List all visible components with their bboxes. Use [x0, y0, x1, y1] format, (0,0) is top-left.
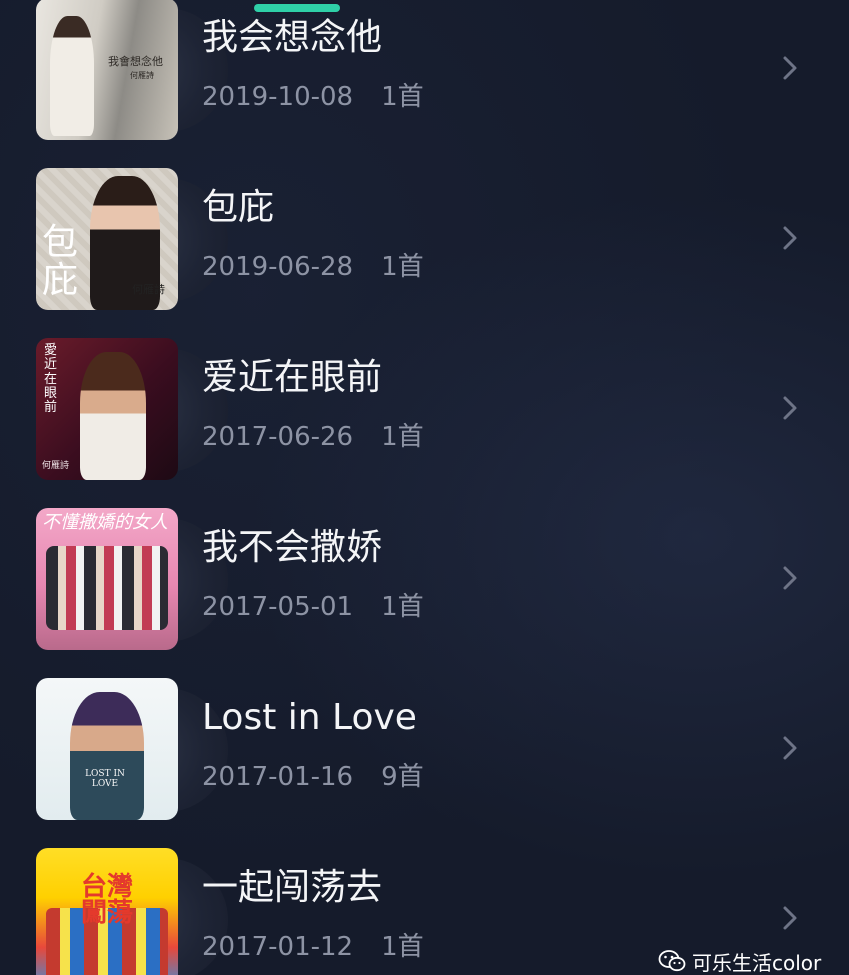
album-cover-wrap: LOST IN LOVE: [36, 678, 228, 822]
album-date: 2017-06-26: [202, 422, 354, 452]
album-meta: 2019-10-08 1首: [202, 84, 424, 110]
album-row[interactable]: LOST IN LOVE Lost in Love 2017-01-16 9首: [0, 650, 849, 820]
album-title: 一起闯荡去: [202, 867, 383, 908]
album-title: 我会想念他: [202, 17, 383, 58]
album-cover: 包庇 何雁詩: [36, 168, 178, 310]
cover-artist-text: 何雁詩: [130, 71, 154, 80]
cover-artist-text: 何雁詩: [132, 283, 165, 296]
chevron-right-icon: [783, 566, 797, 590]
cover-art-figure: [46, 546, 168, 630]
album-date: 2017-01-16: [202, 762, 354, 792]
cover-title-text: 我會想念他: [108, 55, 163, 68]
album-track-count: 1首: [381, 592, 424, 622]
chevron-right-icon: [783, 906, 797, 930]
album-row[interactable]: 包庇 何雁詩 包庇 2019-06-28 1首: [0, 140, 849, 310]
cover-art-figure: [70, 692, 144, 820]
cover-title-text: 不懂撒嬌的女人: [42, 512, 168, 533]
album-title: 我不会撒娇: [202, 527, 383, 568]
album-row[interactable]: 愛近在眼前 何雁詩 爱近在眼前 2017-06-26 1首: [0, 310, 849, 480]
cover-title-text: 台灣闖蕩: [80, 872, 133, 928]
watermark: 可乐生活color: [658, 946, 821, 975]
album-cover-wrap: 包庇 何雁詩: [36, 168, 228, 312]
album-cover-wrap: 台灣闖蕩: [36, 848, 228, 975]
cover-art-figure: [50, 16, 94, 136]
album-cover: 愛近在眼前 何雁詩: [36, 338, 178, 480]
album-meta: 2017-05-01 1首: [202, 594, 424, 620]
album-row[interactable]: 不懂撒嬌的女人 我不会撒娇 2017-05-01 1首: [0, 480, 849, 650]
album-cover: 不懂撒嬌的女人: [36, 508, 178, 650]
cover-title-text: 包庇: [42, 222, 79, 301]
album-track-count: 1首: [381, 82, 424, 112]
album-title: Lost in Love: [202, 697, 417, 738]
watermark-text: 可乐生活color: [692, 950, 822, 975]
album-cover-wrap: 愛近在眼前 何雁詩: [36, 338, 228, 482]
chevron-right-icon: [783, 226, 797, 250]
cover-title-text: LOST IN LOVE: [85, 769, 125, 789]
album-list-screen: 我會想念他 何雁詩 我会想念他 2019-10-08 1首 包庇 何雁詩 包庇: [0, 0, 849, 975]
album-meta: 2017-01-16 9首: [202, 764, 424, 790]
album-date: 2017-05-01: [202, 592, 354, 622]
album-track-count: 9首: [381, 762, 424, 792]
album-cover: 台灣闖蕩: [36, 848, 178, 975]
chevron-right-icon: [783, 56, 797, 80]
album-cover-wrap: 我會想念他 何雁詩: [36, 0, 228, 142]
album-cover: 我會想念他 何雁詩: [36, 0, 178, 140]
album-title: 爱近在眼前: [202, 357, 383, 398]
album-meta: 2019-06-28 1首: [202, 254, 424, 280]
album-cover: LOST IN LOVE: [36, 678, 178, 820]
album-meta: 2017-01-12 1首: [202, 934, 424, 960]
chevron-right-icon: [783, 736, 797, 760]
cover-title-text: 愛近在眼前: [44, 343, 58, 416]
album-cover-wrap: 不懂撒嬌的女人: [36, 508, 228, 652]
album-track-count: 1首: [381, 422, 424, 452]
album-track-count: 1首: [381, 932, 424, 962]
album-date: 2019-06-28: [202, 252, 354, 282]
album-track-count: 1首: [381, 252, 424, 282]
album-row[interactable]: 我會想念他 何雁詩 我会想念他 2019-10-08 1首: [0, 0, 849, 140]
cover-art-figure: [80, 352, 146, 480]
wechat-icon: [658, 950, 686, 972]
album-meta: 2017-06-26 1首: [202, 424, 424, 450]
album-date: 2019-10-08: [202, 82, 354, 112]
chevron-right-icon: [783, 396, 797, 420]
cover-artist-text: 何雁詩: [42, 461, 70, 471]
album-title: 包庇: [202, 187, 275, 228]
album-date: 2017-01-12: [202, 932, 354, 962]
